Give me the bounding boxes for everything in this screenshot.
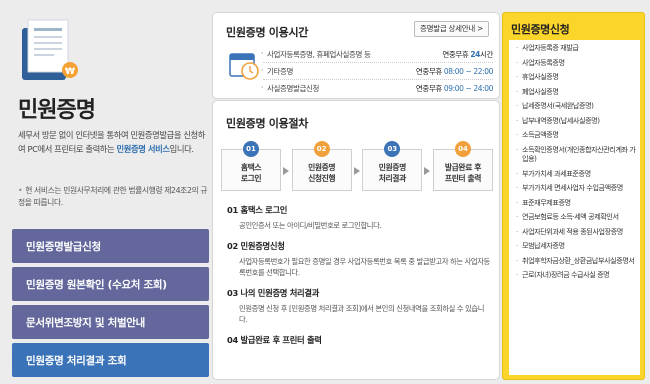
forgery-prevention-button[interactable]: 문서위변조방지 및 처벌안내 <box>12 305 209 339</box>
procedure-item: 02 민원증명신청 사업자등록번호가 필요한 증명일 경우 사업자등록번호 목록… <box>227 241 490 277</box>
application-link[interactable]: 사업자등록증명 <box>515 58 636 68</box>
step-3: 03 민원증명 처리결과 <box>362 141 431 191</box>
check-result-button[interactable]: 민원증명 처리결과 조회 <box>12 343 209 377</box>
application-link[interactable]: 납세증명서(국세완납증명) <box>515 101 636 111</box>
application-link[interactable]: 취업후학자금상환_상환금납부사실증명서 <box>515 256 636 266</box>
side-menu: 민원증명발급신청 민원증명 원본확인 (수요처 조회) 문서위변조방지 및 처벌… <box>12 229 209 381</box>
procedure-card: 민원증명 이용절차 01 홈택스 로그인 02 민원증명 신청진행 03 민원증… <box>212 100 500 380</box>
verify-original-button[interactable]: 민원증명 원본확인 (수요처 조회) <box>12 267 209 301</box>
document-icon: ₩ <box>22 19 78 80</box>
application-link[interactable]: 납부내역증명(납세사실증명) <box>515 116 636 126</box>
step-number: 01 <box>243 141 259 157</box>
application-link[interactable]: 폐업사실증명 <box>515 87 636 97</box>
hours-table: 사업자등록증명, 휴폐업사실증명 등 연중무휴 24시간 기타증명 연중무휴 0… <box>261 46 493 97</box>
application-panel: 민원증명신청 사업자등록증 재발급 사업자등록증명 휴업사실증명 폐업사실증명 … <box>502 12 645 380</box>
application-link[interactable]: 부가가치세 과세표준증명 <box>515 169 636 179</box>
application-list: 사업자등록증 재발급 사업자등록증명 휴업사실증명 폐업사실증명 납세증명서(국… <box>509 40 640 375</box>
service-description: 세무서 방문 없이 인터넷을 통하여 민원증명발급을 신청하여 PC에서 프린터… <box>18 130 206 154</box>
left-panel: ₩ 민원증명 세무서 방문 없이 인터넷을 통하여 민원증명발급을 신청하여 P… <box>0 0 212 384</box>
step-4: 04 발급완료 후 프린터 출력 <box>432 141 493 191</box>
hours-title: 민원증명 이용시간 <box>226 26 309 39</box>
legal-note: • 현 서비스는 민원사무처리에 관한 법률시행령 제24조2의 규정을 따릅니다… <box>18 186 208 207</box>
calendar-clock-icon <box>229 53 259 80</box>
application-link[interactable]: 연금보험료등 소득·세액 공제확인서 <box>515 212 636 222</box>
application-link[interactable]: 사업자단위과세 적용 종된사업장증명 <box>515 227 636 237</box>
procedure-item: 04 발급완료 후 프린터 출력 <box>227 335 322 345</box>
application-link[interactable]: 소득확인증명서(개인종합자산관리계좌 가입용) <box>515 145 636 164</box>
application-link[interactable]: 사업자등록증 재발급 <box>515 43 636 53</box>
step-number: 04 <box>454 141 471 157</box>
procedure-title: 민원증명 이용절차 <box>226 117 309 130</box>
application-link[interactable]: 부가가치세 면세사업자 수입금액증명 <box>515 183 636 193</box>
svg-text:₩: ₩ <box>65 67 75 77</box>
step-number: 02 <box>313 141 330 157</box>
procedure-details: 01 홈택스 로그인 공인인증서 또는 아이디/비밀번호로 로그인합니다. 02… <box>227 204 491 355</box>
hours-row: 사업자등록증명, 휴폐업사실증명 등 연중무휴 24시간 <box>261 46 493 63</box>
procedure-item: 01 홈택스 로그인 공인인증서 또는 아이디/비밀번호로 로그인합니다. <box>227 205 382 230</box>
step-2: 02 민원증명 신청진행 <box>291 141 360 191</box>
application-link[interactable]: 휴업사실증명 <box>515 72 636 82</box>
detail-guide-button[interactable]: 증명발급 상세안내 > <box>414 21 489 37</box>
procedure-steps: 01 홈택스 로그인 02 민원증명 신청진행 03 민원증명 처리결과 04 … <box>221 141 493 191</box>
arrow-right-icon <box>353 167 360 175</box>
step-1: 01 홈택스 로그인 <box>221 141 289 191</box>
hours-card: 민원증명 이용시간 증명발급 상세안내 > 사업자등록증명, 휴폐업사실증명 등… <box>212 12 500 99</box>
arrow-right-icon <box>424 167 431 175</box>
apply-certificate-button[interactable]: 민원증명발급신청 <box>12 229 209 263</box>
bullet-icon: • <box>18 186 23 195</box>
hours-row: 기타증명 연중무휴 08:00 ~ 22:00 <box>261 63 493 80</box>
application-link[interactable]: 표준재무제표증명 <box>515 198 636 208</box>
service-highlight: 민원증명 서비스 <box>116 144 171 154</box>
procedure-item: 03 나의 민원증명 처리결과 민원증명 신청 후 [민원증명 처리결과 조회]… <box>227 288 485 324</box>
hours-row: 사실증명발급신청 연중무휴 09:00 ~ 24:00 <box>261 80 493 97</box>
application-title: 민원증명신청 <box>511 23 570 36</box>
application-link[interactable]: 모범납세자증명 <box>515 241 636 251</box>
application-link[interactable]: 근로(자녀)장려금 수급사실 증명 <box>515 270 636 280</box>
page-title: 민원증명 <box>18 98 96 123</box>
application-link[interactable]: 소득금액증명 <box>515 130 636 140</box>
arrow-right-icon <box>283 167 289 175</box>
step-number: 03 <box>384 141 401 157</box>
